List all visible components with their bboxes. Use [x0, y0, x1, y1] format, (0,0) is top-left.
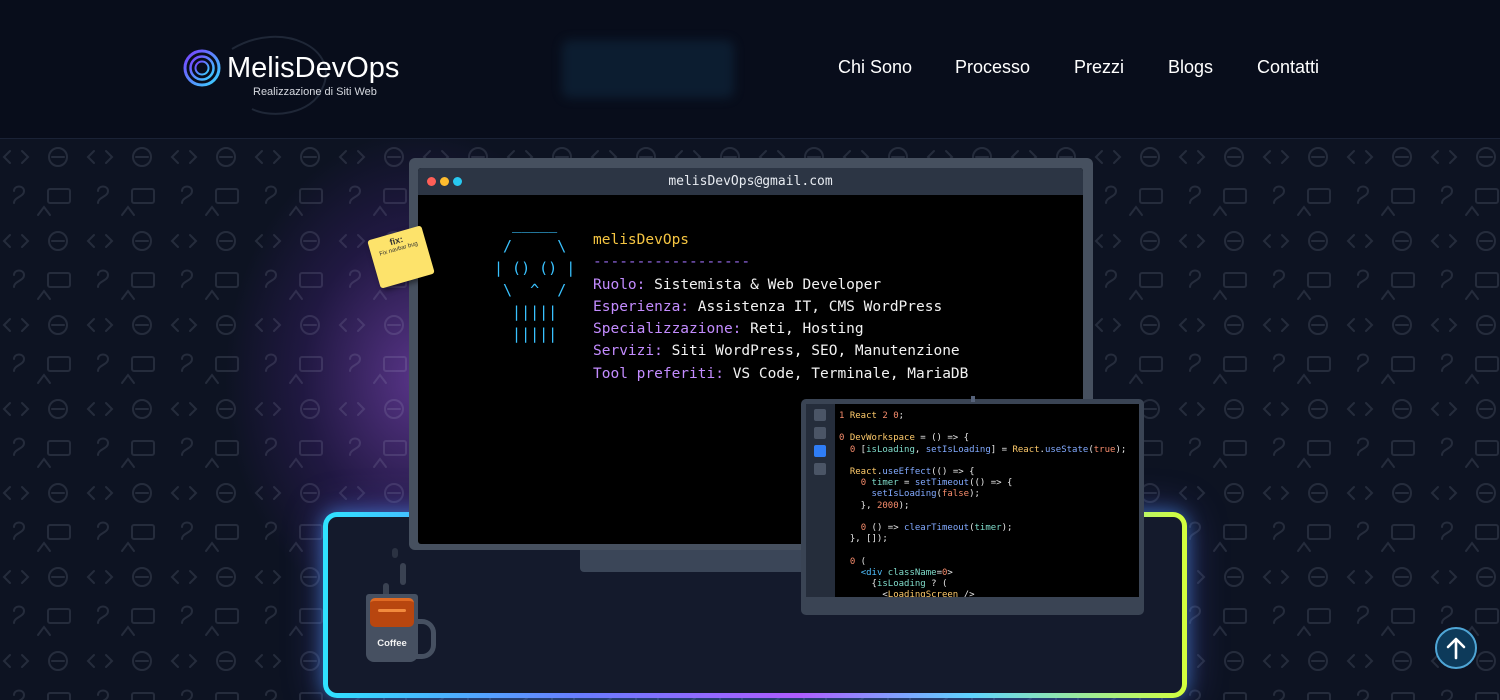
info-value: Assistenza IT, CMS WordPress — [697, 298, 943, 315]
terminal-titlebar: melisDevOps@gmail.com — [418, 168, 1083, 195]
laptop-camera — [971, 396, 975, 402]
info-key: Ruolo: — [593, 276, 646, 293]
code-line: 0 DevWorkspace = () => { — [839, 433, 970, 444]
terminal-separator: ------------------ — [593, 254, 751, 271]
steam-icon — [392, 548, 398, 558]
editor-activity-bar — [806, 404, 835, 597]
ascii-art-face: _____ / \ | () () | \ ^ / ||||| ||||| — [494, 215, 576, 343]
info-key: Esperienza: — [593, 298, 690, 315]
code-line: {isLoading ? ( — [839, 579, 948, 590]
code-line: 0 () => clearTimeout(timer); — [860, 523, 1013, 534]
logo-subtitle: Realizzazione di Siti Web — [253, 86, 377, 98]
info-row: Specializzazione: Reti, Hosting — [593, 318, 968, 340]
concentric-rings-icon — [183, 49, 221, 87]
info-key: Specializzazione: — [593, 321, 742, 338]
code-line: <div className=0> — [860, 567, 953, 578]
code-block: 1 React 2 0; 0 DevWorkspace = () => { 0 … — [839, 411, 1126, 597]
code-line: 0 ( — [849, 556, 867, 567]
back-to-top-button[interactable] — [1435, 627, 1477, 669]
nav-link-processo[interactable]: Processo — [955, 57, 1030, 78]
nav-link-chi-sono[interactable]: Chi Sono — [838, 57, 912, 78]
mug-lid-stripe — [378, 609, 406, 612]
source-control-icon[interactable] — [814, 445, 826, 457]
mug-lid — [370, 598, 414, 627]
mug-label: Coffee — [377, 638, 407, 649]
code-editor: 1 React 2 0; 0 DevWorkspace = () => { 0 … — [806, 404, 1139, 597]
info-key: Tool preferiti: — [593, 365, 724, 382]
code-line: <LoadingScreen /> — [839, 590, 975, 597]
explorer-icon[interactable] — [814, 409, 826, 421]
info-row: Servizi: Siti WordPress, SEO, Manutenzio… — [593, 340, 968, 362]
extensions-icon[interactable] — [814, 463, 826, 475]
coffee-mug: Coffee — [366, 594, 418, 662]
code-line: React.useEffect(() => { — [849, 467, 975, 478]
nav-decor-glow — [562, 40, 734, 98]
search-icon[interactable] — [814, 427, 826, 439]
terminal-title: melisDevOps@gmail.com — [668, 174, 833, 189]
info-row: Ruolo: Sistemista & Web Developer — [593, 274, 968, 296]
navbar: MelisDevOps Realizzazione di Siti Web Ch… — [0, 0, 1500, 139]
site-logo[interactable]: MelisDevOps Realizzazione di Siti Web — [182, 35, 422, 115]
terminal-username: melisDevOps — [593, 232, 690, 248]
code-line: }, 2000); — [839, 500, 910, 511]
code-line: 1 React 2 0; — [839, 411, 905, 421]
steam-icon — [400, 563, 406, 585]
logo-title: MelisDevOps — [227, 52, 400, 84]
code-line: setIsLoading(false); — [871, 489, 980, 500]
info-value: VS Code, Terminale, MariaDB — [732, 365, 969, 382]
nav-link-contatti[interactable]: Contatti — [1257, 57, 1319, 78]
info-key: Servizi: — [593, 343, 663, 360]
info-value: Reti, Hosting — [750, 321, 864, 338]
code-line: }, []); — [839, 534, 888, 545]
code-line: 0 timer = setTimeout(() => { — [860, 478, 1013, 489]
info-value: Siti WordPress, SEO, Manutenzione — [671, 343, 960, 360]
laptop: 1 React 2 0; 0 DevWorkspace = () => { 0 … — [801, 396, 1144, 615]
info-value: Sistemista & Web Developer — [654, 276, 882, 293]
info-row: Tool preferiti: VS Code, Terminale, Mari… — [593, 363, 968, 385]
terminal-info: melisDevOps ------------------ Ruolo: Sist… — [593, 229, 968, 385]
nav-link-blogs[interactable]: Blogs — [1168, 57, 1213, 78]
info-row: Esperienza: Assistenza IT, CMS WordPress — [593, 296, 968, 318]
arrow-up-icon — [1446, 637, 1466, 660]
nav-link-prezzi[interactable]: Prezzi — [1074, 57, 1124, 78]
code-line: 0 [isLoading, setIsLoading] = React.useS… — [849, 444, 1127, 455]
